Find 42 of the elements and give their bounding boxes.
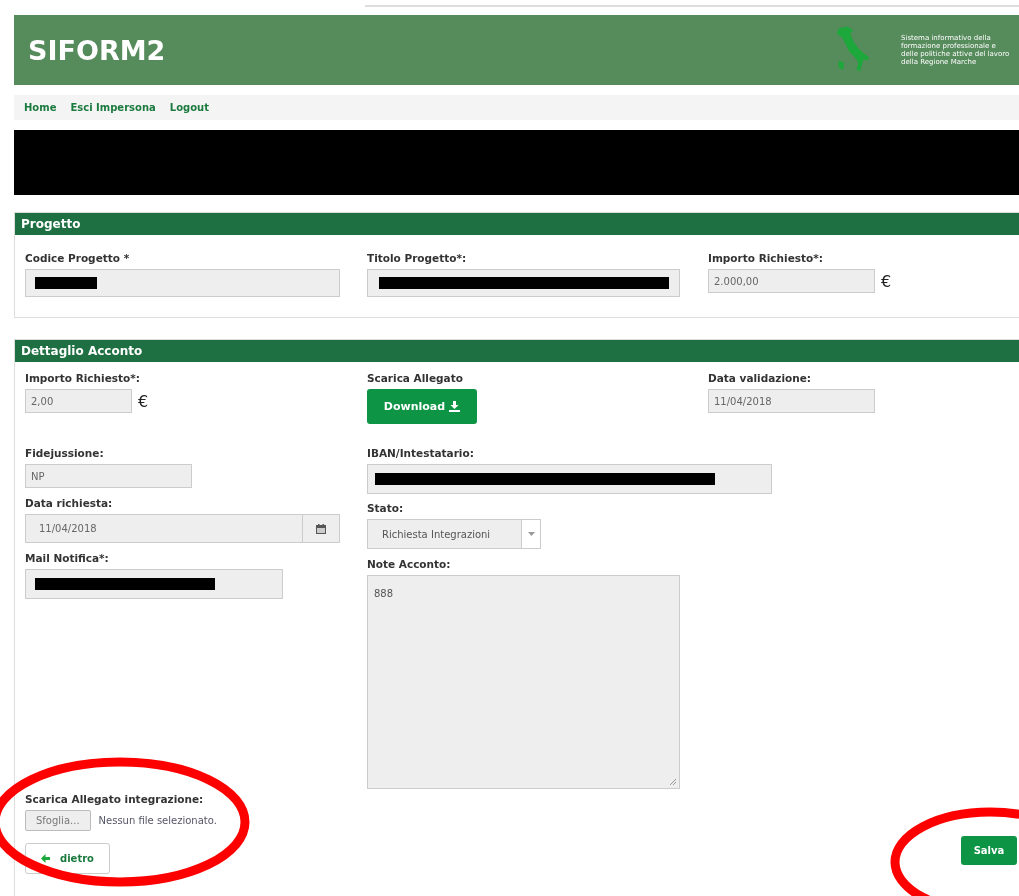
download-icon: [449, 401, 461, 412]
input-field[interactable]: 11/04/2018: [708, 389, 875, 413]
resize-handle-icon: [670, 779, 676, 785]
input-field[interactable]: NP: [25, 464, 192, 488]
date-field[interactable]: 11/04/2018: [25, 514, 340, 543]
caret-icon: [527, 532, 535, 536]
input-field[interactable]: [367, 269, 680, 297]
status-dropdown[interactable]: Richiesta Integrazioni: [367, 519, 541, 549]
currency-symbol: €: [881, 271, 892, 291]
nav-link[interactable]: Home: [24, 102, 57, 113]
field-label: Note Acconto:: [367, 558, 451, 570]
browse-button[interactable]: Sfoglia...: [25, 810, 91, 831]
input-field[interactable]: [367, 464, 772, 494]
notes-textarea[interactable]: 888: [367, 575, 680, 789]
file-status-text: Nessun file selezionato.: [98, 815, 217, 826]
nav-link[interactable]: Logout: [169, 102, 209, 113]
calendar-icon: [316, 523, 326, 534]
field-label: IBAN/Intestatario:: [367, 447, 474, 459]
field-label: Importo Richiesto*:: [708, 252, 823, 264]
field-label: Titolo Progetto*:: [367, 252, 467, 264]
nav-link[interactable]: Esci Impersona: [70, 102, 156, 113]
field-label: Stato:: [367, 502, 404, 514]
panel-header: Dettaglio Acconto: [15, 340, 1019, 362]
input-field[interactable]: 2,00: [25, 389, 132, 413]
input-field[interactable]: [25, 269, 340, 297]
download-button[interactable]: Download: [367, 389, 477, 424]
input-field[interactable]: [25, 569, 283, 599]
redaction-bar: [35, 277, 97, 289]
field-label: Mail Notifica*:: [25, 552, 109, 564]
save-button[interactable]: Salva: [961, 836, 1017, 865]
panel-header: Progetto: [15, 213, 1019, 235]
field-label: Fidejussione:: [25, 447, 104, 459]
currency-symbol: €: [138, 391, 149, 411]
field-label: Scarica Allegato integrazione:: [25, 793, 204, 805]
field-label: Codice Progetto *: [25, 252, 130, 264]
field-label: Data richiesta:: [25, 497, 113, 509]
app-title: SIFORM2: [28, 34, 167, 66]
back-arrow-icon: [41, 854, 50, 863]
field-label: Data validazione:: [708, 372, 811, 384]
field-label: Scarica Allegato: [367, 372, 463, 384]
field-label: Importo Richiesto*:: [25, 372, 140, 384]
input-field[interactable]: 2.000,00: [708, 269, 875, 293]
